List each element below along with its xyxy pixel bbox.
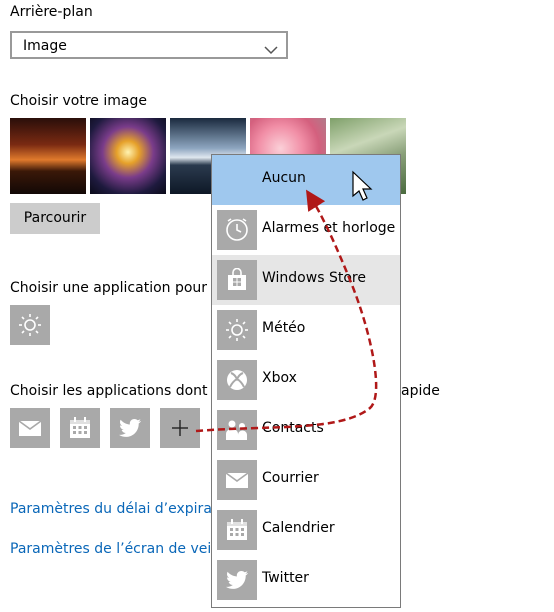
menu-item-calendar[interactable]: Calendrier: [212, 505, 400, 555]
quick-app-mail[interactable]: [10, 408, 50, 448]
quick-app-calendar[interactable]: [60, 408, 100, 448]
calendar-icon: [70, 417, 90, 438]
clock-icon: [226, 218, 248, 241]
chevron-down-icon: [264, 40, 278, 59]
sun-icon: [19, 314, 41, 336]
menu-item-label: Météo: [262, 320, 306, 336]
background-label: Arrière-plan: [10, 4, 93, 20]
menu-item-label: Contacts: [262, 420, 324, 436]
menu-item-weather[interactable]: Météo: [212, 305, 400, 355]
app-picker-menu: Aucun Alarmes et horloge Windows Store M…: [211, 154, 401, 608]
menu-item-label: Alarmes et horloge: [262, 220, 396, 236]
twitter-icon: [119, 419, 141, 437]
quick-app-twitter[interactable]: [110, 408, 150, 448]
plus-icon: [172, 420, 188, 436]
menu-item-label: Courrier: [262, 470, 319, 486]
store-icon: [228, 268, 246, 290]
xbox-icon: [227, 370, 247, 390]
menu-item-twitter[interactable]: Twitter: [212, 555, 400, 605]
menu-item-mail[interactable]: Courrier: [212, 455, 400, 505]
menu-item-contacts[interactable]: Contacts: [212, 405, 400, 455]
detailed-status-app-tile[interactable]: [10, 305, 50, 345]
timeout-settings-link[interactable]: Paramètres du délai d’expiratio: [10, 501, 230, 517]
twitter-icon: [226, 571, 248, 589]
menu-item-label: Calendrier: [262, 520, 335, 536]
menu-item-label: Aucun: [262, 170, 306, 186]
detailed-status-label: Choisir une application pour p: [10, 280, 221, 296]
menu-item-label: Windows Store: [262, 270, 366, 286]
image-thumbnail-1[interactable]: [10, 118, 86, 194]
quick-status-label: Choisir les applications dont vo: [10, 383, 229, 399]
browse-button[interactable]: Parcourir: [10, 203, 100, 234]
menu-item-alarms[interactable]: Alarmes et horloge: [212, 205, 400, 255]
menu-item-label: Twitter: [262, 570, 309, 586]
menu-item-none[interactable]: Aucun: [212, 155, 400, 205]
background-select[interactable]: Image: [10, 31, 288, 59]
calendar-icon: [227, 519, 247, 540]
mail-icon: [18, 420, 42, 436]
menu-item-xbox[interactable]: Xbox: [212, 355, 400, 405]
background-select-value: Image: [23, 38, 67, 54]
choose-image-label: Choisir votre image: [10, 93, 147, 109]
people-icon: [226, 420, 247, 440]
mail-icon: [225, 472, 249, 488]
screensaver-settings-link[interactable]: Paramètres de l’écran de veille: [10, 541, 228, 557]
quick-status-label-tail: apide: [401, 383, 440, 399]
menu-item-windows-store[interactable]: Windows Store: [212, 255, 400, 305]
image-thumbnail-2[interactable]: [90, 118, 166, 194]
menu-item-label: Xbox: [262, 370, 297, 386]
quick-app-add[interactable]: [160, 408, 200, 448]
sun-icon: [226, 319, 248, 341]
